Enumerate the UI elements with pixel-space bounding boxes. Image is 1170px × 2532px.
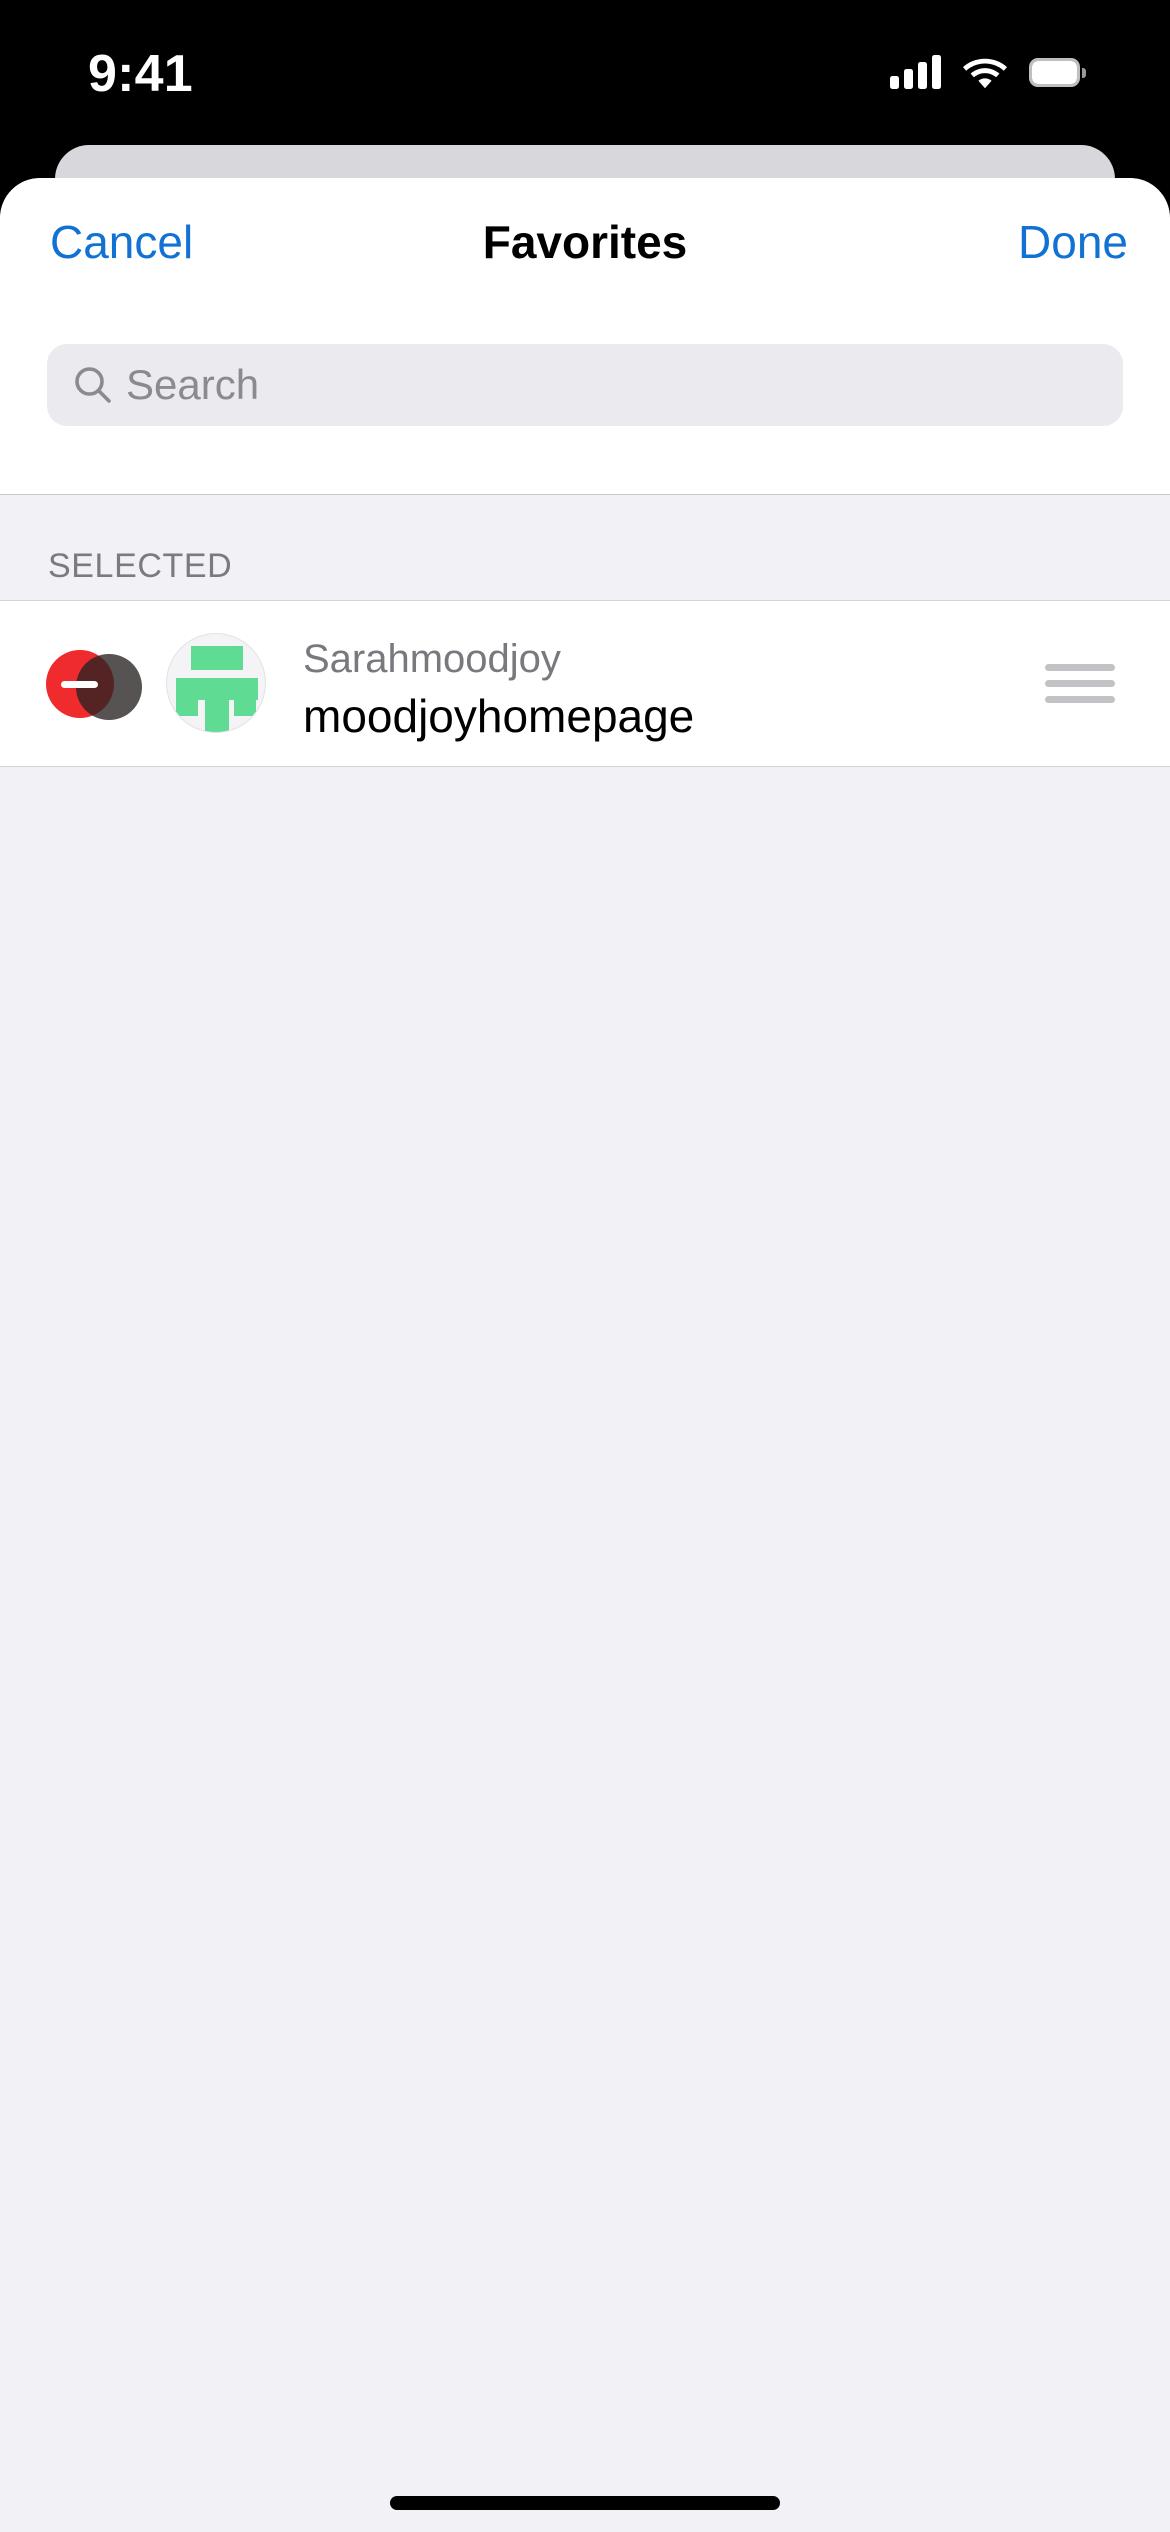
moodjoy-avatar-icon xyxy=(166,633,266,733)
cellular-signal-icon xyxy=(890,55,941,89)
battery-icon xyxy=(1029,57,1086,87)
navigation-bar: Cancel Favorites Done xyxy=(0,178,1170,306)
sheet-header-area: Cancel Favorites Done Search xyxy=(0,178,1170,494)
status-bar-time: 9:41 xyxy=(88,45,193,103)
wifi-icon xyxy=(963,56,1007,89)
empty-list-area xyxy=(0,767,1170,2532)
favorites-modal-sheet: Cancel Favorites Done Search SELECTED Sa… xyxy=(0,178,1170,2532)
search-input[interactable]: Search xyxy=(47,344,1123,426)
reorder-handle-icon[interactable] xyxy=(1045,664,1115,704)
done-button[interactable]: Done xyxy=(1018,214,1128,270)
search-placeholder-text: Search xyxy=(126,361,260,408)
list-item[interactable]: Sarahmoodjoy moodjoyhomepage xyxy=(0,600,1170,767)
iphone-screen: 9:41 Cancel Favorites Done Search SELECT… xyxy=(0,0,1170,2532)
home-indicator[interactable] xyxy=(390,2496,780,2510)
status-bar-icons xyxy=(890,42,1086,102)
status-bar: 9:41 xyxy=(0,0,1170,145)
selected-list: Sarahmoodjoy moodjoyhomepage xyxy=(0,600,1170,767)
remove-circle-minus-icon[interactable] xyxy=(46,650,142,720)
list-item-title: moodjoyhomepage xyxy=(303,690,695,742)
list-item-text: Sarahmoodjoy moodjoyhomepage xyxy=(303,633,1003,745)
search-icon xyxy=(73,365,113,405)
section-header-selected: SELECTED xyxy=(0,495,1170,600)
section-header-label: SELECTED xyxy=(48,547,233,585)
row-top-separator xyxy=(0,600,1170,601)
list-item-subtitle: Sarahmoodjoy xyxy=(303,637,561,681)
page-title: Favorites xyxy=(482,216,688,268)
